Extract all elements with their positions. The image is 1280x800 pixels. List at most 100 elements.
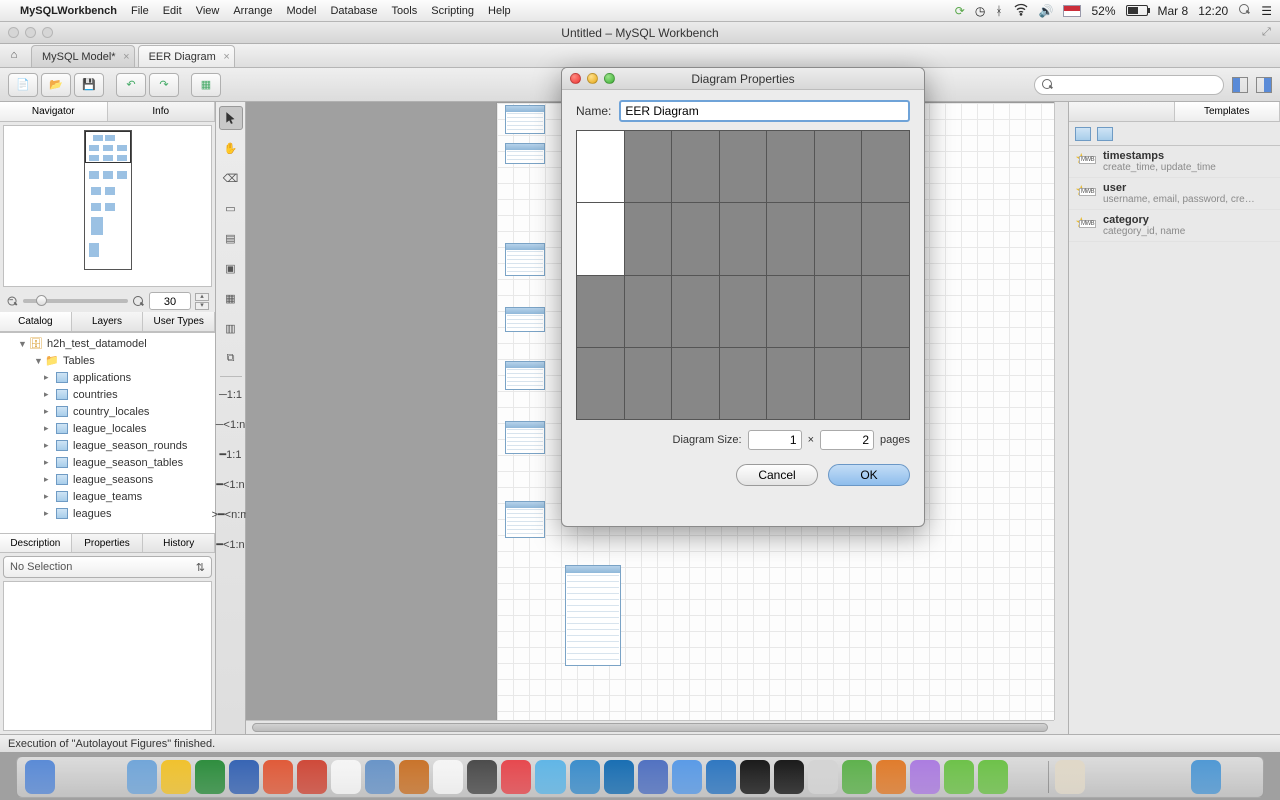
open-file-button[interactable]: 📂: [41, 73, 71, 97]
layer-tool[interactable]: ▭: [219, 196, 243, 220]
new-file-button[interactable]: 📄: [8, 73, 38, 97]
navigator-minimap[interactable]: [3, 125, 212, 287]
cancel-button[interactable]: Cancel: [736, 464, 818, 486]
dock-app[interactable]: [331, 760, 361, 794]
menu-database[interactable]: Database: [330, 5, 377, 17]
dock-app[interactable]: [604, 760, 634, 794]
table-row[interactable]: countries: [73, 389, 118, 401]
undo-button[interactable]: ↶: [116, 73, 146, 97]
tab-history[interactable]: History: [143, 534, 215, 552]
dock-app[interactable]: [25, 760, 55, 794]
dock-app[interactable]: [570, 760, 600, 794]
save-button[interactable]: 💾: [74, 73, 104, 97]
dock-app[interactable]: [1123, 760, 1153, 794]
relation-1-n-pick[interactable]: ━<1:n: [219, 533, 243, 557]
image-tool[interactable]: ▣: [219, 256, 243, 280]
home-tab-icon[interactable]: ⌂: [0, 43, 28, 67]
dock-app[interactable]: [808, 760, 838, 794]
view-tool[interactable]: ▥: [219, 316, 243, 340]
dock-app[interactable]: [1012, 760, 1042, 794]
tab-templates[interactable]: Templates: [1175, 102, 1280, 121]
tab-layers[interactable]: Layers: [72, 312, 144, 331]
close-icon[interactable]: ×: [123, 51, 129, 63]
dock-app[interactable]: [501, 760, 531, 794]
horizontal-scrollbar[interactable]: [246, 720, 1054, 734]
menu-model[interactable]: Model: [286, 5, 316, 17]
sync-icon[interactable]: ⟳: [955, 4, 965, 18]
dock-app[interactable]: [1089, 760, 1119, 794]
table-tool[interactable]: ▦: [219, 286, 243, 310]
dock-app[interactable]: [263, 760, 293, 794]
menu-file[interactable]: File: [131, 5, 149, 17]
expand-icon[interactable]: ⤢: [1262, 26, 1274, 38]
tab-navigator[interactable]: Navigator: [0, 102, 108, 121]
routine-tool[interactable]: ⧉: [219, 346, 243, 370]
catalog-tree[interactable]: ▼🗄h2h_test_datamodel ▼📁Tables ▸applicati…: [0, 332, 215, 533]
dock-app[interactable]: [842, 760, 872, 794]
tab-description[interactable]: Description: [0, 534, 72, 552]
dock-app[interactable]: [297, 760, 327, 794]
relation-1-n-id[interactable]: ━<1:n: [219, 473, 243, 497]
page-grid-selector[interactable]: [576, 130, 910, 420]
zoom-out-icon[interactable]: [7, 295, 19, 307]
table-row[interactable]: league_locales: [73, 423, 146, 435]
volume-icon[interactable]: 🔊: [1039, 4, 1054, 18]
table-row[interactable]: leagues: [73, 508, 112, 520]
dock-app[interactable]: [672, 760, 702, 794]
dock-app[interactable]: [467, 760, 497, 794]
menubar-date[interactable]: Mar 8: [1158, 4, 1189, 18]
table-row[interactable]: applications: [73, 372, 131, 384]
diagram-width-input[interactable]: [748, 430, 802, 450]
tables-folder[interactable]: Tables: [63, 355, 95, 367]
left-panel-toggle[interactable]: [1232, 77, 1248, 93]
menu-tools[interactable]: Tools: [392, 5, 418, 17]
tab-catalog[interactable]: Catalog: [0, 312, 72, 331]
template-timestamps[interactable]: ★MWB timestampscreate_time, update_time: [1069, 146, 1280, 178]
table-row[interactable]: league_teams: [73, 491, 142, 503]
zoom-slider[interactable]: [23, 299, 128, 303]
tab-mysql-model[interactable]: MySQL Model*×: [31, 45, 135, 67]
tab-info[interactable]: Info: [108, 102, 216, 121]
search-input[interactable]: [1034, 75, 1224, 95]
eraser-tool[interactable]: ⌫: [219, 166, 243, 190]
dock-app[interactable]: [638, 760, 668, 794]
right-panel-toggle[interactable]: [1256, 77, 1272, 93]
dock-app[interactable]: [978, 760, 1008, 794]
clock-icon[interactable]: ◷: [975, 4, 985, 18]
dock-app[interactable]: [59, 760, 89, 794]
redo-button[interactable]: ↷: [149, 73, 179, 97]
dock-app[interactable]: [876, 760, 906, 794]
diagram-height-input[interactable]: [820, 430, 874, 450]
input-flag-icon[interactable]: [1063, 5, 1081, 17]
diagram-name-input[interactable]: [619, 100, 910, 122]
selection-dropdown[interactable]: No Selection⇅: [3, 556, 212, 578]
table-row[interactable]: league_season_rounds: [73, 440, 187, 452]
notification-center-icon[interactable]: ☰: [1261, 4, 1272, 18]
note-tool[interactable]: ▤: [219, 226, 243, 250]
zoom-value[interactable]: 30: [149, 292, 191, 310]
dock-app[interactable]: [1191, 760, 1221, 794]
menu-help[interactable]: Help: [488, 5, 511, 17]
dock-app[interactable]: [1055, 760, 1085, 794]
close-icon[interactable]: ×: [223, 51, 229, 63]
menu-arrange[interactable]: Arrange: [233, 5, 272, 17]
dock-app[interactable]: [740, 760, 770, 794]
dock-app[interactable]: [944, 760, 974, 794]
spotlight-icon[interactable]: [1238, 3, 1251, 19]
relation-1-n-nonid[interactable]: ─<1:n: [219, 413, 243, 437]
dock-app[interactable]: [433, 760, 463, 794]
menu-edit[interactable]: Edit: [163, 5, 182, 17]
bluetooth-icon[interactable]: ᚼ: [995, 4, 1002, 18]
ok-button[interactable]: OK: [828, 464, 910, 486]
template-category[interactable]: ★MWB categorycategory_id, name: [1069, 210, 1280, 242]
dock-app[interactable]: [195, 760, 225, 794]
dock-app[interactable]: [365, 760, 395, 794]
dock-app[interactable]: [229, 760, 259, 794]
battery-icon[interactable]: [1126, 5, 1148, 16]
zoom-in-icon[interactable]: [132, 295, 145, 308]
dock-app[interactable]: [910, 760, 940, 794]
template-view-grid-icon[interactable]: [1097, 127, 1113, 141]
menu-view[interactable]: View: [196, 5, 220, 17]
zoom-stepper[interactable]: ▴▾: [195, 293, 209, 310]
tab-eer-diagram[interactable]: EER Diagram×: [138, 45, 235, 67]
